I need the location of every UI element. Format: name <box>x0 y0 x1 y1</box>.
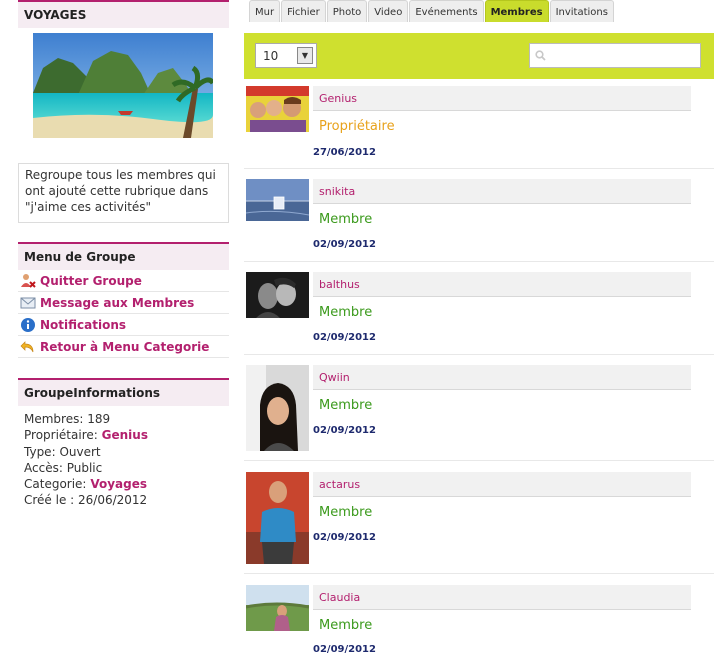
search-input[interactable] <box>552 46 697 65</box>
info-members: Membres: 189 <box>24 412 111 426</box>
per-page-select[interactable]: 10 ▼ <box>255 43 317 68</box>
member-name[interactable]: Claudia <box>313 585 691 610</box>
info-created: Créé le : 26/06/2012 <box>24 493 148 508</box>
member-role: Membre <box>319 398 373 413</box>
menu-item-message-members[interactable]: Message aux Membres <box>18 292 229 314</box>
tab-mur[interactable]: Mur <box>249 0 281 22</box>
menu-item-label: Message aux Membres <box>40 295 195 310</box>
group-title: VOYAGES <box>18 0 229 28</box>
owner-link[interactable]: Genius <box>102 428 148 442</box>
tab-photo[interactable]: Photo <box>326 0 368 22</box>
member-avatar[interactable] <box>246 472 309 564</box>
member-search[interactable] <box>529 43 701 68</box>
menu-item-label: Quitter Groupe <box>40 273 142 288</box>
member-filter-bar: 10 ▼ <box>244 33 714 79</box>
menu-item-label: Retour à Menu Categorie <box>40 339 210 354</box>
menu-item-label: Notifications <box>40 317 127 332</box>
tab-membres[interactable]: Membres <box>484 0 549 22</box>
tab-video[interactable]: Video <box>368 0 409 22</box>
group-menu: Menu de Groupe Quitter Groupe Message au… <box>18 242 229 358</box>
per-page-value: 10 <box>263 49 279 63</box>
leave-group-icon <box>20 273 36 289</box>
menu-item-notifications[interactable]: Notifications <box>18 314 229 336</box>
member-name[interactable]: snikita <box>313 179 691 204</box>
member-name[interactable]: balthus <box>313 272 691 297</box>
envelope-icon <box>20 295 36 311</box>
member-join-date: 02/09/2012 <box>313 239 376 250</box>
member-join-date: 02/09/2012 <box>313 532 376 543</box>
member-name[interactable]: Genius <box>313 86 691 111</box>
member-name[interactable]: Qwiin <box>313 365 691 390</box>
group-description: Regroupe tous les membres qui ont ajouté… <box>18 163 229 223</box>
member-join-date: 27/06/2012 <box>313 147 376 158</box>
tab-fichier[interactable]: Fichier <box>281 0 326 22</box>
group-info: GroupeInformations Membres: 189 Propriét… <box>18 378 229 509</box>
member-name[interactable]: actarus <box>313 472 691 497</box>
chevron-down-icon[interactable]: ▼ <box>297 47 313 64</box>
member-role: Membre <box>319 305 373 320</box>
member-role: Propriétaire <box>319 119 395 134</box>
member-join-date: 02/09/2012 <box>313 644 376 655</box>
member-role: Membre <box>319 618 373 633</box>
info-category: Categorie: Voyages <box>24 477 147 492</box>
member-avatar[interactable] <box>246 272 309 318</box>
member-join-date: 02/09/2012 <box>313 332 376 343</box>
group-cover-image <box>33 33 213 138</box>
menu-item-back-category[interactable]: Retour à Menu Categorie <box>18 336 229 358</box>
info-owner: Propriétaire: Genius <box>24 428 148 443</box>
group-info-title: GroupeInformations <box>18 378 229 406</box>
info-access: Accès: Public <box>24 460 103 475</box>
member-role: Membre <box>319 505 373 520</box>
member-avatar[interactable] <box>246 585 309 631</box>
member-join-date: 02/09/2012 <box>313 425 376 436</box>
group-menu-title: Menu de Groupe <box>18 242 229 270</box>
back-arrow-icon <box>20 339 36 355</box>
tab-invitations[interactable]: Invitations <box>549 0 614 22</box>
info-type: Type: Ouvert <box>24 444 101 459</box>
member-avatar[interactable] <box>246 179 309 221</box>
member-role: Membre <box>319 212 373 227</box>
group-tabs: Mur Fichier Photo Video Evénements Membr… <box>249 0 615 22</box>
tab-evenements[interactable]: Evénements <box>409 0 484 22</box>
member-avatar[interactable] <box>246 365 309 451</box>
member-avatar[interactable] <box>246 86 309 132</box>
menu-item-quit-group[interactable]: Quitter Groupe <box>18 270 229 292</box>
group-title-box: VOYAGES <box>18 0 229 28</box>
info-icon <box>20 317 36 333</box>
search-icon <box>535 50 546 61</box>
category-link[interactable]: Voyages <box>90 477 147 491</box>
